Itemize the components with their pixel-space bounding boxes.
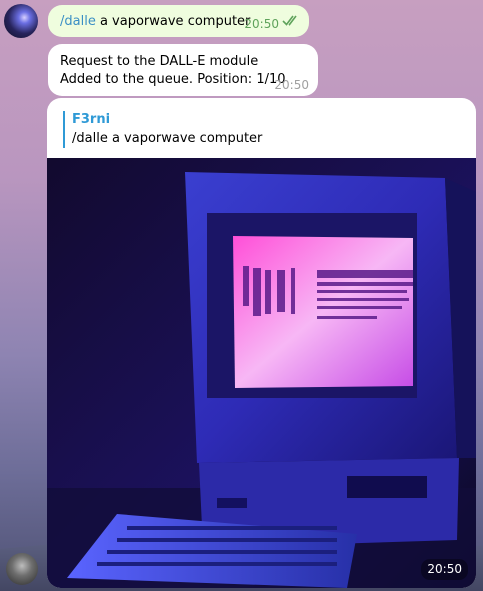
message-time: 20:50 — [274, 78, 309, 92]
message-text: /dalle a vaporwave computer — [60, 12, 250, 31]
prompt-text: a vaporwave computer — [95, 14, 251, 29]
command-link[interactable]: /dalle — [60, 14, 96, 29]
bot-avatar[interactable] — [6, 553, 38, 585]
double-check-icon — [282, 15, 297, 26]
photo-message[interactable]: F3rni /dalle a vaporwave computer 20:50 — [47, 98, 476, 588]
reply-quote[interactable]: F3rni /dalle a vaporwave computer — [63, 111, 472, 148]
status-message[interactable]: Request to the DALL-E module Added to th… — [48, 44, 318, 96]
generated-image[interactable]: 20:50 — [47, 158, 476, 588]
status-line-2: Added to the queue. Position: 1/10 — [60, 72, 286, 87]
user-avatar[interactable] — [4, 4, 38, 38]
status-line-1: Request to the DALL-E module — [60, 54, 259, 69]
reply-quoted-text: /dalle a vaporwave computer — [72, 131, 263, 146]
reply-author: F3rni — [72, 112, 111, 127]
photo-time: 20:50 — [421, 559, 468, 580]
message-time: 20:50 — [244, 17, 279, 31]
outgoing-message[interactable]: /dalle a vaporwave computer 20:50 — [48, 5, 309, 37]
vaporwave-computer-image — [47, 158, 476, 588]
